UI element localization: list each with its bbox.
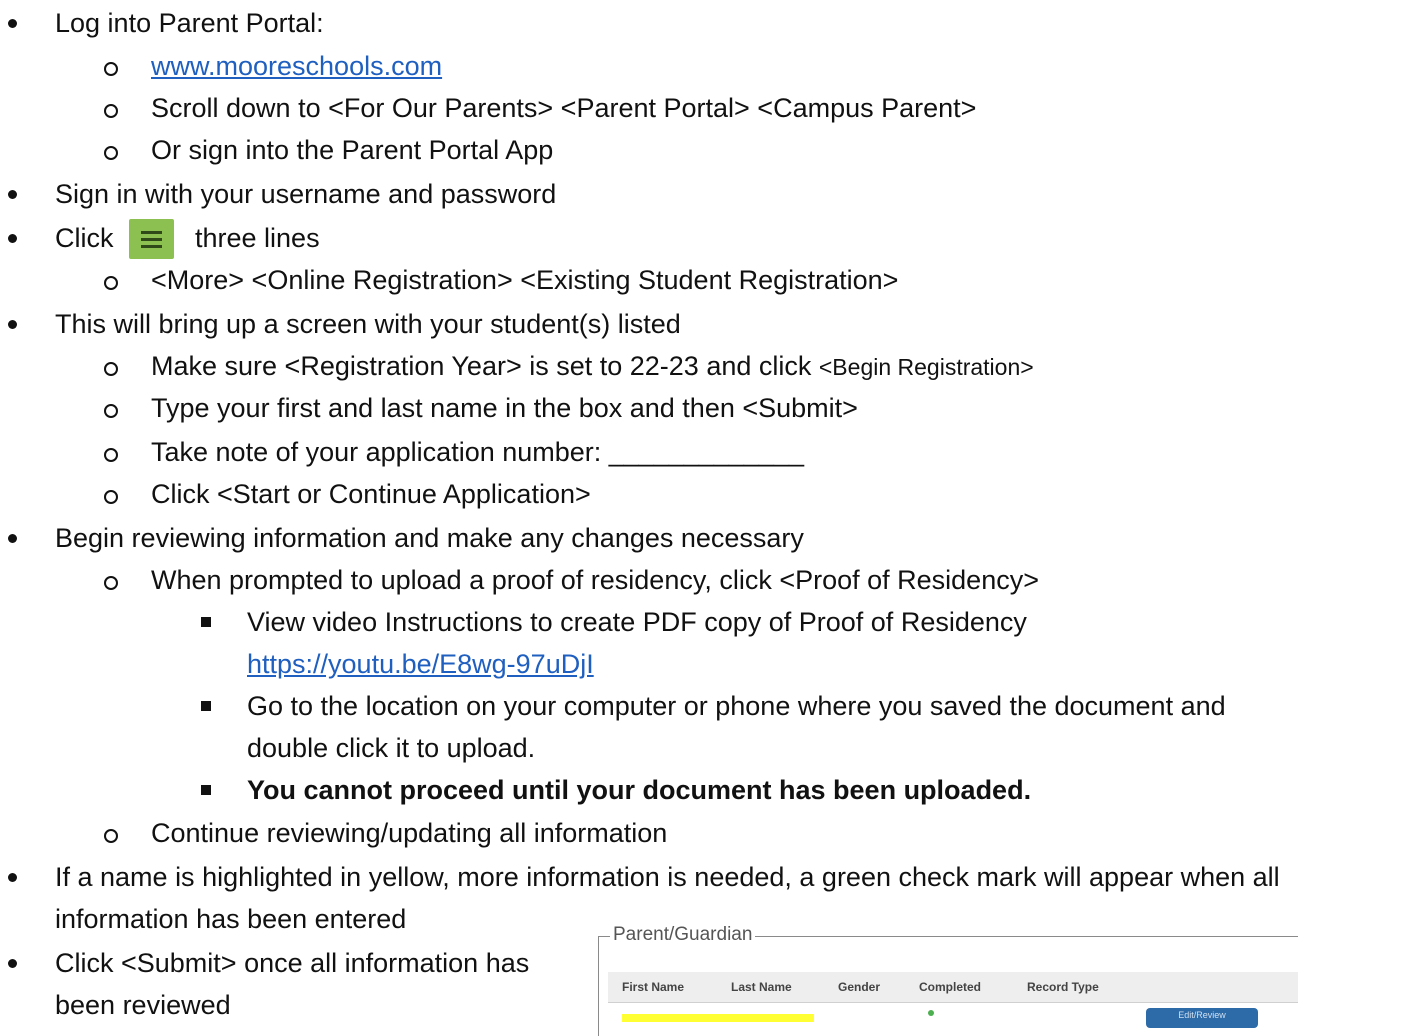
step-click: Click [55, 223, 114, 253]
warning-upload-required: You cannot proceed until your document h… [247, 775, 1032, 805]
square-bullet [201, 617, 211, 627]
sub-bullet [104, 448, 118, 462]
sub-bullet [104, 576, 118, 590]
step-type-name: Type your first and last name in the box… [151, 393, 858, 423]
step-application-number: Take note of your application number: __… [151, 437, 804, 467]
step-scroll-down: Scroll down to <For Our Parents> <Parent… [151, 93, 977, 123]
step-student-list: This will bring up a screen with your st… [55, 309, 681, 339]
parent-guardian-screenshot: Parent/Guardian First Name Last Name Gen… [598, 923, 1298, 1036]
bullet [8, 19, 17, 28]
sub-bullet [104, 276, 118, 290]
column-record-type: Record Type [1027, 980, 1099, 994]
sub-bullet [104, 404, 118, 418]
column-last-name: Last Name [731, 980, 792, 994]
step-double-click: double click it to upload. [247, 733, 536, 763]
green-check-icon [928, 1010, 934, 1016]
moore-schools-link[interactable]: www.mooreschools.com [151, 49, 442, 83]
sub-bullet [104, 829, 118, 843]
column-completed: Completed [919, 980, 982, 994]
hamburger-menu-icon [129, 219, 174, 259]
bullet [8, 873, 17, 882]
sub-bullet [104, 146, 118, 160]
panel-legend: Parent/Guardian [610, 923, 756, 947]
column-first-name: First Name [622, 980, 685, 994]
step-start-application: Click <Start or Continue Application> [151, 479, 591, 509]
step-view-video: View video Instructions to create PDF co… [247, 607, 1027, 637]
step-three-lines: three lines [195, 223, 320, 253]
step-continue-reviewing: Continue reviewing/updating all informat… [151, 818, 668, 848]
sub-bullet [104, 62, 118, 76]
step-proof-of-residency: When prompted to upload a proof of resid… [151, 565, 1039, 595]
registration-year-text: Make sure <Registration Year> is set to … [151, 351, 819, 381]
step-highlighted-yellow: If a name is highlighted in yellow, more… [55, 862, 1280, 892]
bullet [8, 234, 17, 243]
table-header: First Name Last Name Gender Completed Re… [608, 972, 1298, 1003]
begin-registration-text: <Begin Registration> [818, 354, 1034, 380]
step-highlighted-yellow-cont: information has been entered [55, 904, 407, 934]
step-submit: Click <Submit> once all information has [55, 948, 530, 978]
edit-review-button[interactable]: Edit/Review [1146, 1008, 1258, 1028]
sub-bullet [104, 362, 118, 376]
step-portal-app: Or sign into the Parent Portal App [151, 135, 554, 165]
step-online-registration: <More> <Online Registration> <Existing S… [151, 265, 899, 295]
yellow-highlight [622, 1014, 814, 1022]
sub-bullet [104, 104, 118, 118]
bullet [8, 190, 17, 199]
square-bullet [201, 785, 211, 795]
step-registration-year: Make sure <Registration Year> is set to … [151, 349, 1034, 384]
column-gender: Gender [838, 980, 881, 994]
step-go-to-location: Go to the location on your computer or p… [247, 691, 1226, 721]
bullet [8, 959, 17, 968]
step-log-in: Log into Parent Portal: [55, 8, 324, 38]
step-sign-in: Sign in with your username and password [55, 179, 557, 209]
step-begin-reviewing: Begin reviewing information and make any… [55, 523, 804, 553]
sub-bullet [104, 490, 118, 504]
bullet [8, 320, 17, 329]
square-bullet [201, 701, 211, 711]
youtube-video-link[interactable]: https://youtu.be/E8wg-97uDjI [247, 647, 594, 681]
bullet [8, 534, 17, 543]
